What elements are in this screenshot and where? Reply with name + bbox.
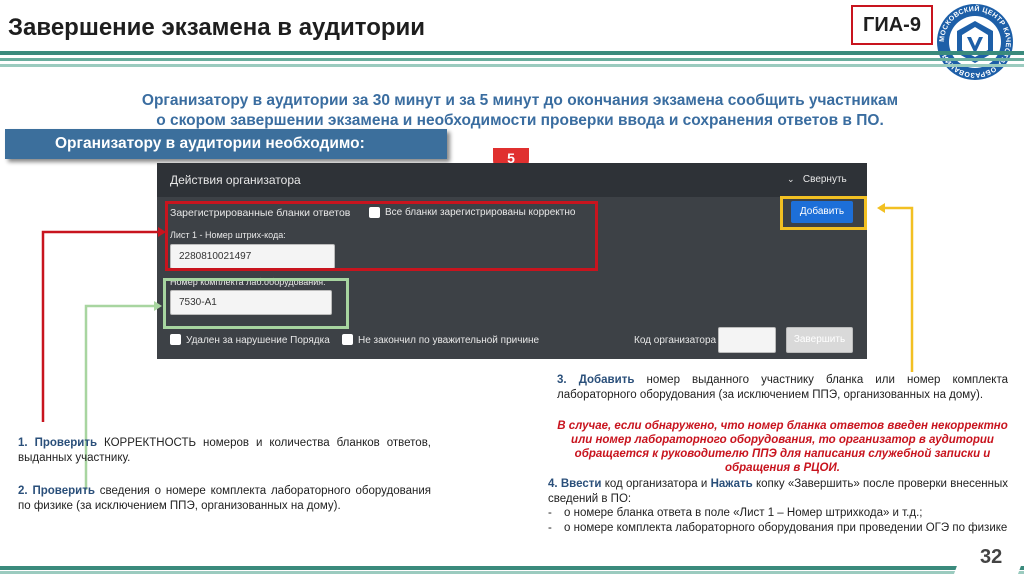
step-4-verb-1: Ввести xyxy=(560,478,602,490)
step-1: 1. Проверить КОРРЕКТНОСТЬ номеров и коли… xyxy=(18,436,431,465)
page-number: 32 xyxy=(980,546,1003,568)
step-1-verb: Проверить xyxy=(34,437,98,449)
step-4: 4. Ввести код организатора и Нажать копк… xyxy=(548,477,1008,535)
step-2-verb: Проверить xyxy=(32,485,95,497)
step-3-number: 3. xyxy=(557,374,567,386)
step-3: 3. Добавить номер выданного участнику бл… xyxy=(557,373,1008,402)
step-4-verb-2: Нажать xyxy=(710,478,753,490)
step-4-number: 4. xyxy=(548,478,558,490)
bullet-dash: - xyxy=(548,521,552,534)
step-4-item-1-text: о номере бланка ответа в поле «Лист 1 – … xyxy=(564,507,923,519)
red-arrowhead xyxy=(158,227,166,237)
step-4-intro: 4. Ввести код организатора и Нажать копк… xyxy=(548,477,1008,506)
yellow-connector xyxy=(884,206,914,372)
step-4-item-2-text: о номере комплекта лабораторного оборудо… xyxy=(564,521,1008,534)
step-4-item-2: - о номере комплекта лабораторного обору… xyxy=(548,521,1008,536)
step-3-verb: Добавить xyxy=(578,374,635,386)
step-4-item-1: - о номере бланка ответа в поле «Лист 1 … xyxy=(548,506,1008,521)
step-2-number: 2. xyxy=(18,485,28,497)
bullet-dash: - xyxy=(548,507,552,519)
yellow-arrowhead xyxy=(877,203,885,213)
step-4-mid: код организатора и xyxy=(604,478,708,490)
red-connector xyxy=(41,230,160,422)
step-3-note: В случае, если обнаружено, что номер бла… xyxy=(557,420,1008,474)
step-2: 2. Проверить сведения о номере комплекта… xyxy=(18,484,431,513)
footer-bar xyxy=(0,566,1024,570)
green-arrowhead xyxy=(154,301,162,311)
step-1-number: 1. xyxy=(18,437,28,449)
